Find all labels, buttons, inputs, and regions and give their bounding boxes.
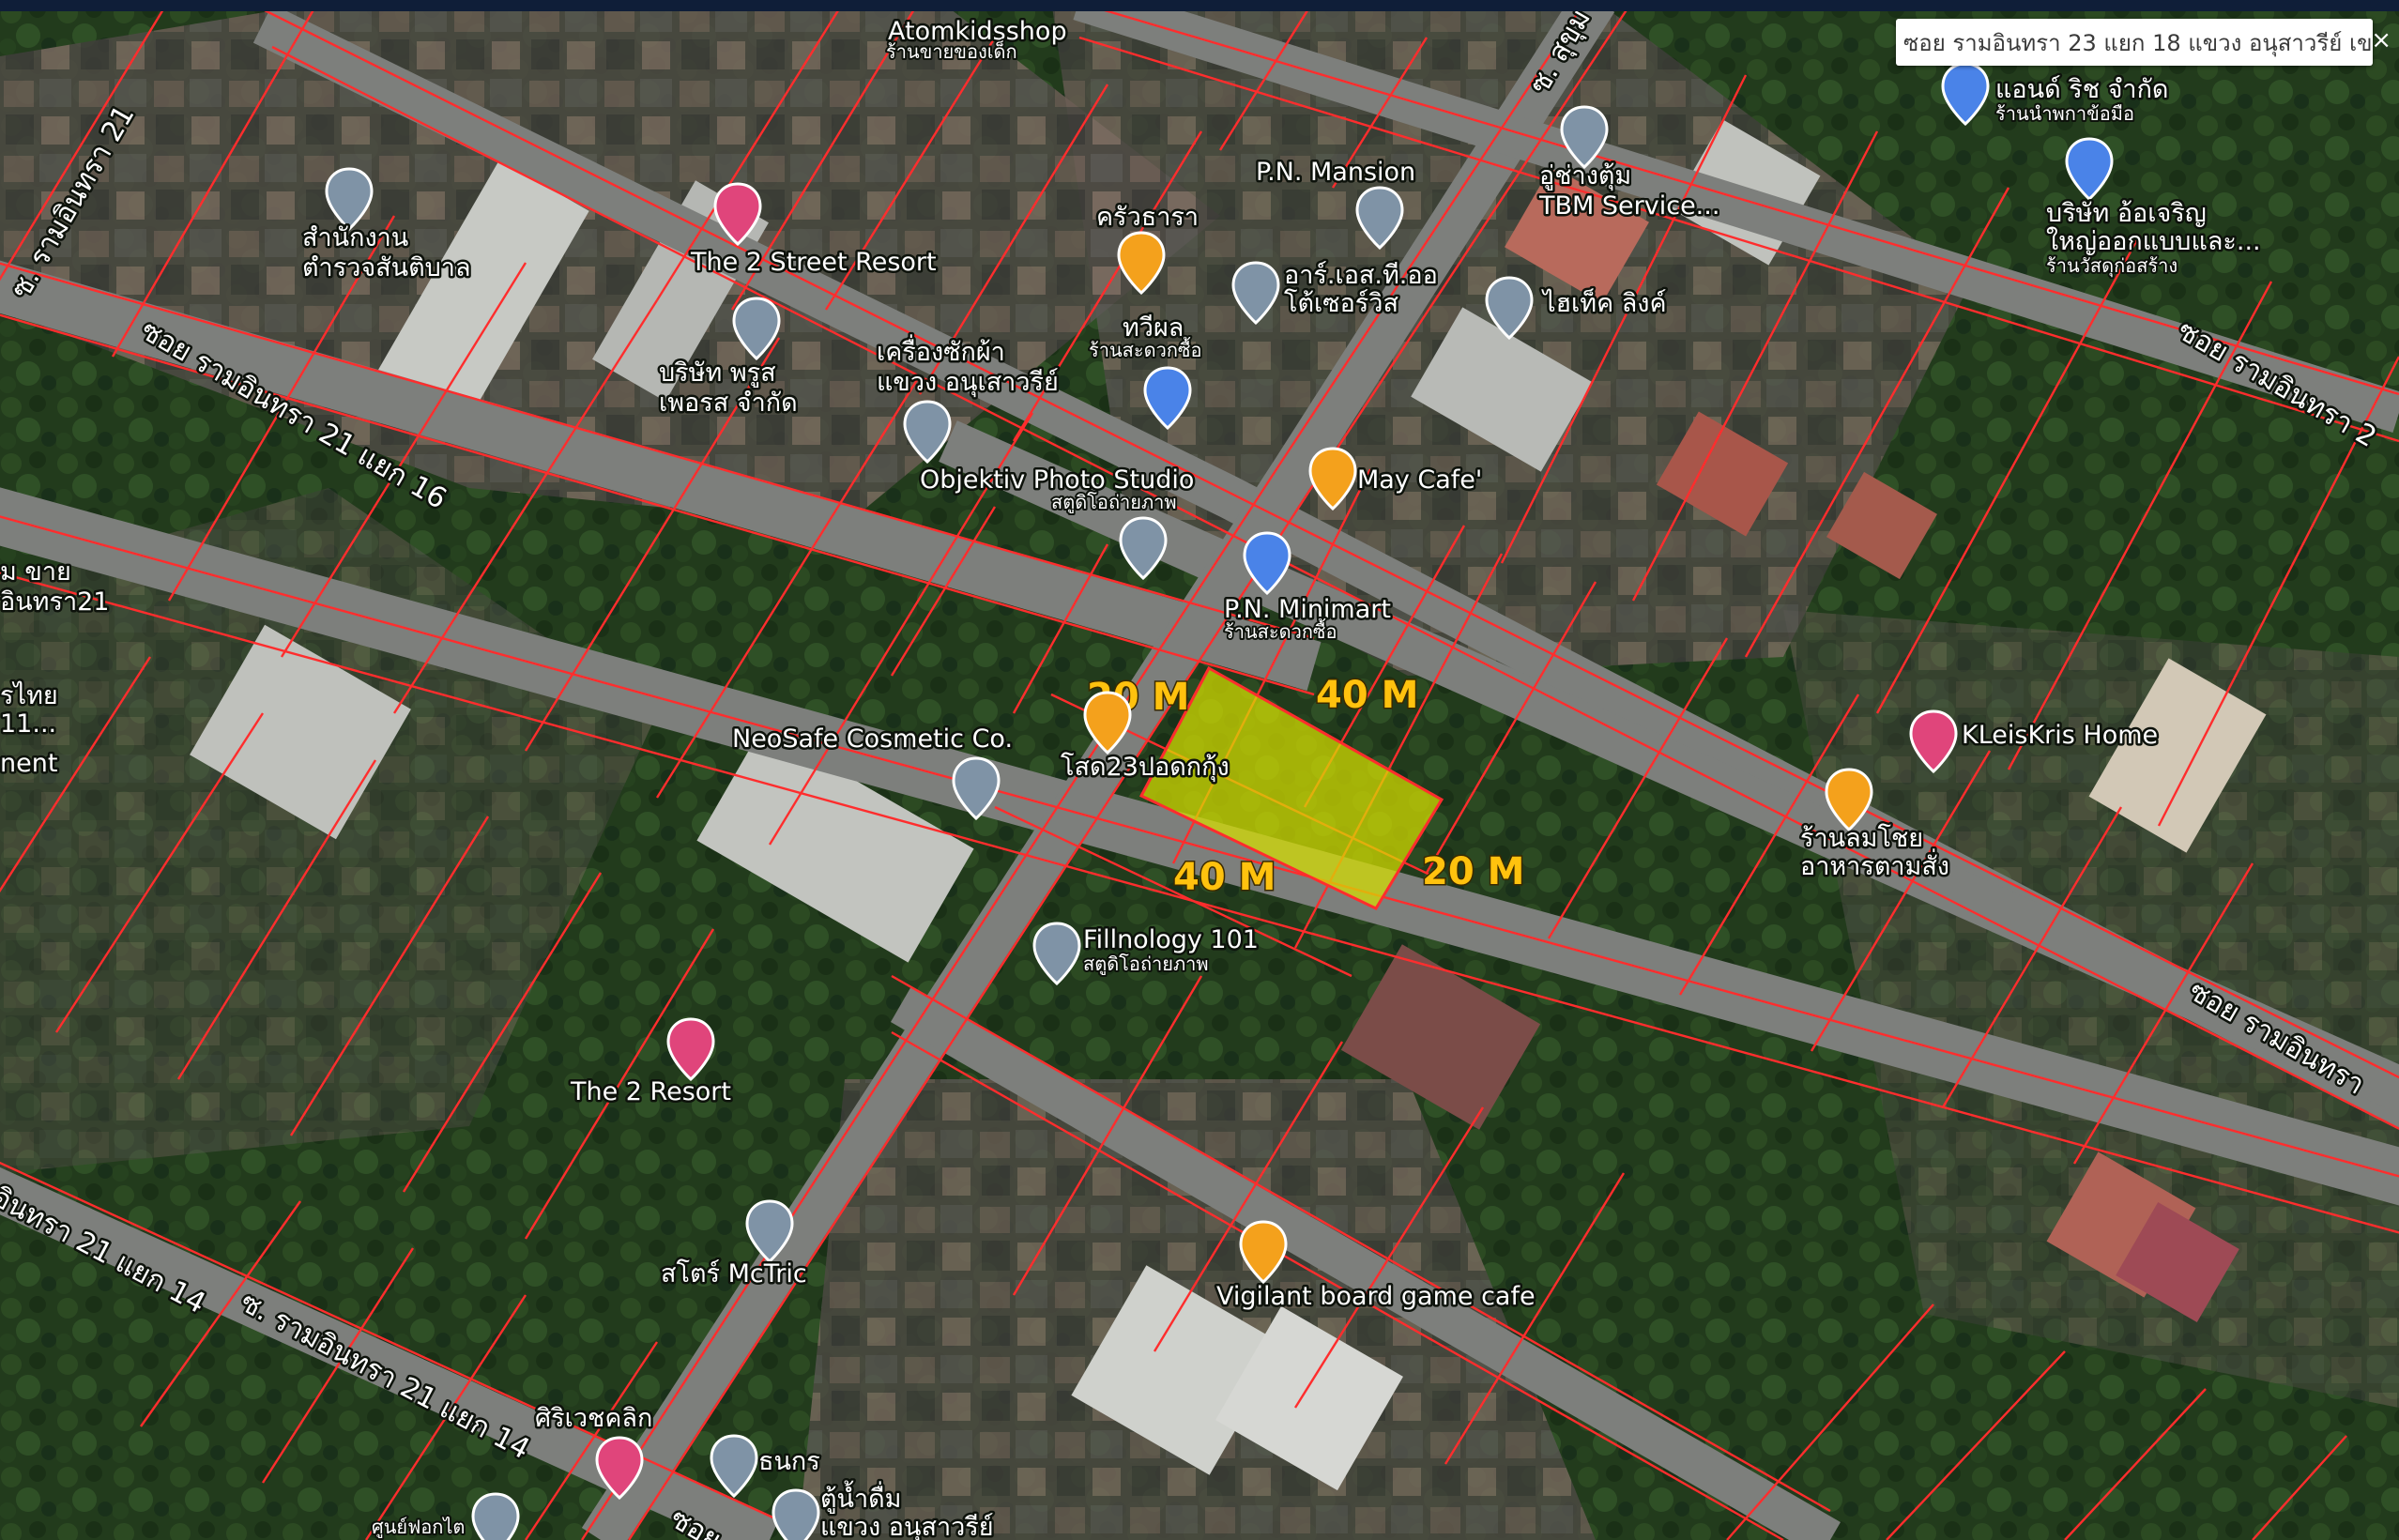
poi-aucharoen-sub: ใหญ่ออกแบบและ... [2046, 226, 2261, 256]
search-box[interactable]: ซอย รามอินทรา 23 แยก 18 แขวง อนุสาวรีย์ … [1896, 19, 2391, 66]
poi-fillnology: Fillnology 101 [1083, 925, 1259, 954]
poi-vigilant: Vigilant board game cafe [1216, 1282, 1536, 1311]
dimension-bottom: 40 M [1173, 856, 1276, 899]
poi-atomkids-sub: ร้านขายของเด็ก [886, 39, 1017, 63]
poi-tbm: อู่ช่างตุ้ม [1539, 161, 1631, 191]
poi-mctric: สโตร์ McTric [661, 1258, 807, 1288]
poi-police-sub: ตำรวจสันติบาล [302, 253, 471, 282]
pin-photocopy-icon [471, 1492, 520, 1540]
poi-police: สำนักงาน [302, 223, 408, 252]
poi-may-cafe: May Cafe' [1357, 465, 1482, 495]
top-bar [0, 0, 2399, 11]
poi-rst: อาร์.เอส.ที.ออ [1284, 260, 1438, 290]
poi-water: ตู้น้ำดื่ม [820, 1480, 901, 1514]
poi-neosafe: NeoSafe Cosmetic Co. [732, 724, 1013, 754]
poi-sod23: โสด23ปอดกกุ้ง [1061, 753, 1230, 783]
poi-pn-minimart-sub: ร้านสะดวกซื้อ [1224, 618, 1337, 643]
poi-washer: เครื่องซักผ้า [877, 334, 1005, 367]
dimension-right: 20 M [1422, 850, 1524, 893]
poi-prus-sub: เพอรส จำกัด [659, 389, 798, 418]
poi-tbm-sub: TBM Service... [1538, 191, 1719, 221]
dimension-top: 40 M [1316, 674, 1418, 717]
poi-rst-sub: โต้เซอร์วิส [1284, 288, 1398, 318]
poi-prus: บริษัท พรูส [659, 358, 776, 388]
poi-kleis: KLeisKris Home [1962, 721, 2158, 750]
search-query-text[interactable]: ซอย รามอินทรา 23 แยก 18 แขวง อนุสาวรีย์ … [1896, 24, 2373, 61]
pin-water-icon [772, 1488, 820, 1540]
poi-left-sale: ม ขาย [0, 557, 71, 587]
poi-two-street: The 2 Street Resort [690, 248, 937, 277]
poi-left-thai: รไทย [0, 681, 58, 710]
poi-and-rich-sub: ร้านนำพกาข้อมือ [1995, 102, 2134, 125]
poi-hitech: ไฮเท็ค ลิงค์ [1541, 286, 1667, 318]
poi-photocopy: ศูนย์ฟอกไต [372, 1516, 465, 1539]
poi-lomchoi: ร้านลมโชย [1800, 824, 1923, 853]
poi-krua: ครัวธารา [1096, 203, 1199, 232]
poi-thanakorn: ธนกร [758, 1447, 820, 1476]
poi-left-thai-sub: 11... [0, 709, 56, 739]
poi-thwiphon-sub: ร้านสะดวกซื้อ [1089, 337, 1202, 361]
poi-aucharoen-sub2: ร้านวัสดุก่อสร้าง [2046, 254, 2177, 278]
poi-fillnology-sub: สตูดิโอถ่ายภาพ [1083, 953, 1209, 976]
poi-washer-sub: แขวง อนุเสาวรีย์ [877, 367, 1059, 398]
poi-two-resort: The 2 Resort [570, 1077, 731, 1106]
poi-siri: ศิริเวชคลิก [535, 1404, 652, 1433]
map-viewport[interactable]: 20 M 40 M 20 M 40 M ซ. รามอินทรา 21 ซอย … [0, 0, 2399, 1540]
poi-objektiv-sub: สตูดิโอถ่ายภาพ [1051, 491, 1177, 514]
satellite-map[interactable]: 20 M 40 M 20 M 40 M ซ. รามอินทรา 21 ซอย … [0, 0, 2399, 1540]
poi-pn-mansion: P.N. Mansion [1256, 158, 1415, 187]
poi-left-sale-sub: อินทรา21 [0, 587, 110, 617]
poi-water-sub: แขวง อนุสาวรีย์ [820, 1512, 994, 1540]
close-icon[interactable]: × [2365, 26, 2397, 54]
poi-aucharoen: บริษัท อ้อเจริญ [2046, 199, 2207, 228]
poi-left-ment: nent [0, 749, 57, 778]
poi-lomchoi-sub: อาหารตามสั่ง [1800, 848, 1949, 881]
poi-and-rich: แอนด์ ริช จำกัด [1995, 74, 2168, 104]
